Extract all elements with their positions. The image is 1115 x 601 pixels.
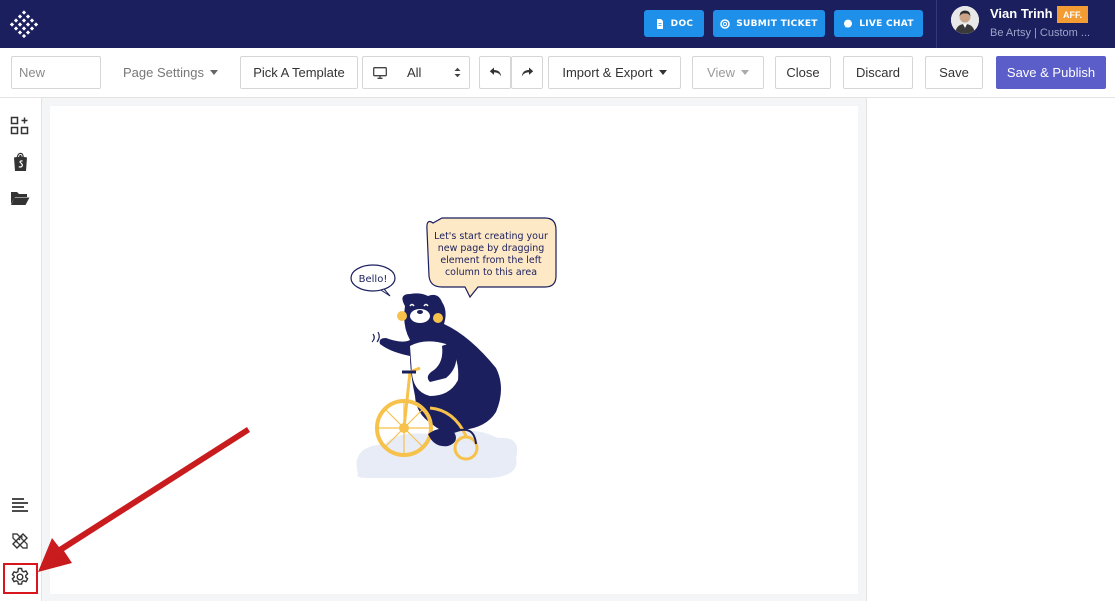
- diamond-grid-logo-icon: [10, 10, 38, 38]
- app-logo[interactable]: [0, 0, 48, 48]
- save-publish-button[interactable]: Save & Publish: [996, 56, 1106, 89]
- user-divider: [936, 0, 937, 48]
- submit-ticket-button[interactable]: SUBMIT TICKET: [713, 10, 825, 37]
- sidebar-item-library[interactable]: [9, 187, 31, 209]
- folder-open-icon: [11, 192, 30, 205]
- redo-icon: [521, 67, 533, 77]
- device-select[interactable]: All: [362, 56, 470, 89]
- discard-label: Discard: [855, 65, 901, 80]
- live-chat-label: LIVE CHAT: [859, 18, 914, 29]
- close-button[interactable]: Close: [775, 56, 831, 89]
- editor-canvas[interactable]: Let's start creating your new page by dr…: [50, 106, 858, 594]
- live-chat-button[interactable]: LIVE CHAT: [834, 10, 923, 37]
- user-photo-icon: [951, 6, 979, 34]
- device-value: All: [407, 65, 422, 80]
- import-export-label: Import & Export: [562, 65, 653, 80]
- affiliate-badge: AFF.: [1057, 6, 1088, 23]
- chat-bubble-icon: [844, 19, 853, 28]
- speech-large-line-3: element from the left: [440, 255, 542, 266]
- undo-icon: [489, 67, 501, 77]
- view-dropdown[interactable]: View: [692, 56, 764, 89]
- document-icon: [656, 18, 663, 29]
- save-button[interactable]: Save: [925, 56, 983, 89]
- close-label: Close: [786, 65, 820, 80]
- chevron-down-icon: [209, 70, 218, 75]
- right-settings-panel: [866, 98, 1115, 601]
- page-settings-dropdown[interactable]: Page Settings: [109, 56, 232, 89]
- page-name-field[interactable]: [11, 56, 101, 89]
- doc-button[interactable]: DOC: [644, 10, 704, 37]
- add-element-icon: [10, 116, 29, 135]
- avatar[interactable]: [951, 6, 979, 34]
- import-export-dropdown[interactable]: Import & Export: [548, 56, 681, 89]
- redo-button[interactable]: [511, 56, 543, 89]
- sidebar-item-shopify[interactable]: [9, 151, 31, 173]
- left-sidebar: [0, 98, 42, 601]
- page-name-input[interactable]: [19, 65, 99, 80]
- page-settings-label: Page Settings: [123, 65, 204, 80]
- speech-large-line-4: column to this area: [445, 267, 537, 278]
- editor-toolbar: Page Settings Pick A Template All Import…: [0, 48, 1115, 98]
- chevron-down-icon: [740, 70, 749, 75]
- top-navbar: DOC SUBMIT TICKET LIVE CHAT Vian Trinh A…: [0, 0, 1115, 48]
- sidebar-item-add-elements[interactable]: [9, 115, 31, 137]
- user-store-name: Be Artsy | Custom ...: [990, 27, 1091, 39]
- align-left-icon: [12, 498, 28, 512]
- submit-ticket-label: SUBMIT TICKET: [736, 18, 818, 29]
- speech-bubble-large: Let's start creating your new page by dr…: [426, 217, 557, 299]
- sidebar-item-outline[interactable]: [9, 494, 31, 516]
- save-label: Save: [939, 65, 969, 80]
- speech-large-line-2: new page by dragging: [438, 243, 545, 254]
- discard-button[interactable]: Discard: [843, 56, 913, 89]
- doc-button-label: DOC: [670, 18, 694, 29]
- chevron-down-icon: [658, 70, 667, 75]
- monitor-icon: [373, 66, 387, 79]
- undo-button[interactable]: [479, 56, 511, 89]
- user-name[interactable]: Vian Trinh: [990, 6, 1053, 21]
- select-arrows-icon: [454, 67, 461, 78]
- speech-large-line-1: Let's start creating your: [434, 231, 548, 242]
- settings-highlight-box: [3, 563, 38, 594]
- shopify-icon: [14, 152, 27, 171]
- pick-template-button[interactable]: Pick A Template: [240, 56, 358, 89]
- speech-small-text: Bello!: [359, 274, 388, 285]
- speech-bubble-small: Bello!: [350, 264, 396, 297]
- pen-ruler-icon: [12, 533, 28, 549]
- sidebar-item-design[interactable]: [9, 530, 31, 552]
- view-label: View: [707, 65, 735, 80]
- pick-template-label: Pick A Template: [253, 65, 345, 80]
- save-publish-label: Save & Publish: [1006, 65, 1096, 80]
- empty-canvas-bear-illustration: Let's start creating your new page by dr…: [350, 217, 557, 478]
- lifebuoy-icon: [720, 18, 731, 29]
